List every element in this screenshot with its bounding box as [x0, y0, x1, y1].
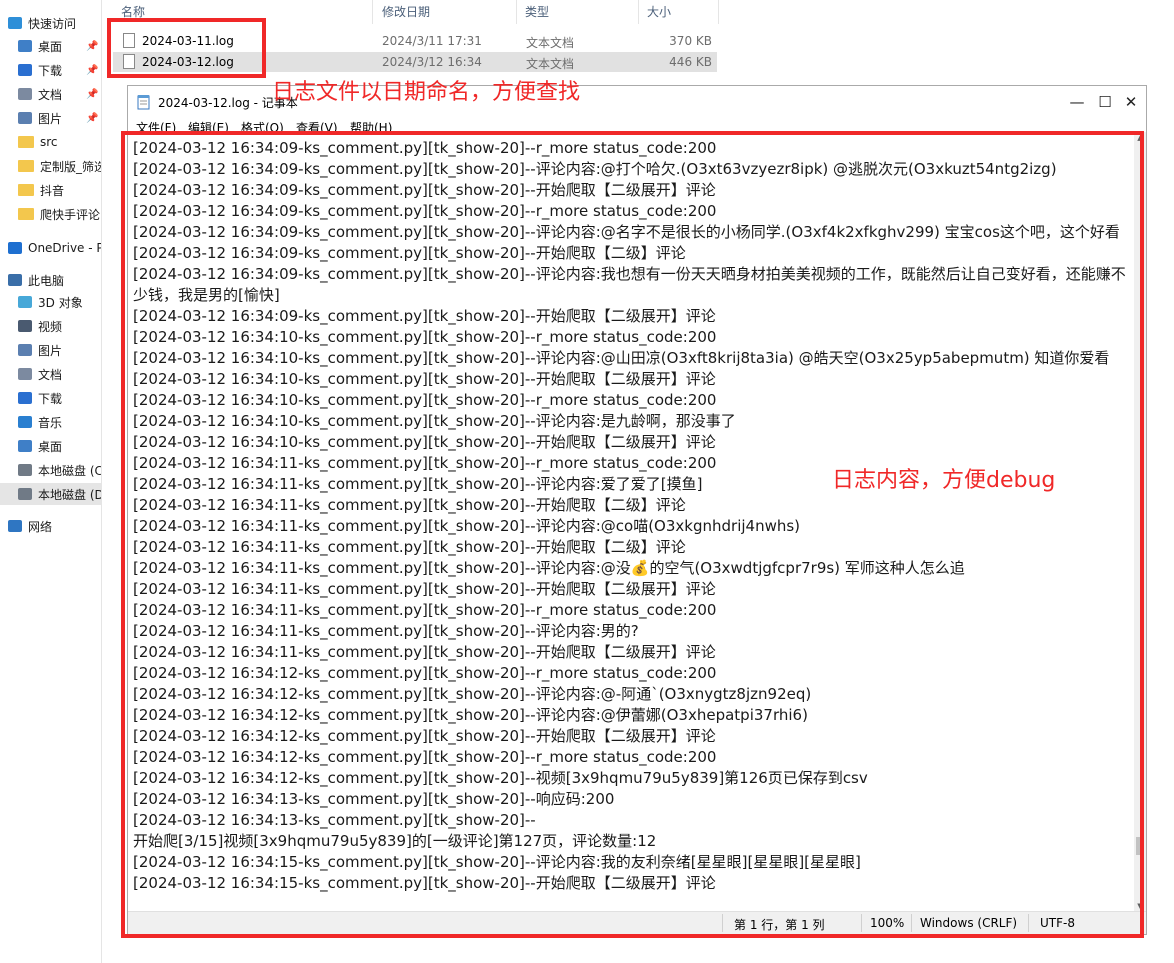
nav-item-label: 网络 [28, 519, 53, 534]
video-icon [18, 320, 32, 332]
menu-file[interactable]: 文件(F) [136, 119, 176, 131]
nav-item-label: 文档 [38, 367, 63, 382]
nav-item[interactable]: 文档 [0, 363, 101, 385]
computer-icon [8, 274, 22, 286]
nav-item[interactable]: 桌面 [0, 435, 101, 457]
nav-item-label: 音乐 [38, 415, 63, 430]
pin-icon[interactable]: 📌 [86, 65, 98, 76]
cube-icon [18, 296, 32, 308]
drive-icon [18, 488, 32, 500]
nav-item-label: 下载 [38, 63, 63, 78]
menu-view[interactable]: 查看(V) [296, 119, 338, 131]
content-highlight-box [121, 131, 1144, 938]
nav-item-label: 爬快手评论( [40, 207, 102, 222]
nav-item-label: 视频 [38, 319, 63, 334]
nav-item-label: 本地磁盘 (D [38, 487, 102, 502]
network-icon [8, 520, 22, 532]
nav-item[interactable]: 本地磁盘 (D [0, 483, 101, 505]
folder-icon [18, 136, 34, 148]
nav-item[interactable]: src [0, 131, 101, 153]
nav-item[interactable]: 此电脑 [0, 269, 101, 291]
column-header-date[interactable]: 修改日期 [382, 3, 430, 20]
menu-edit[interactable]: 编辑(E) [188, 119, 229, 131]
nav-item[interactable]: OneDrive - P [0, 237, 101, 259]
file-date: 2024/3/12 16:34 [382, 55, 482, 69]
music-icon [18, 416, 32, 428]
nav-item[interactable]: 下载 📌 [0, 59, 101, 81]
file-type: 文本文档 [526, 36, 575, 50]
filename-highlight-box [107, 18, 266, 78]
navigation-pane: 快速访问桌面 📌 下载 📌 文档 📌 图片 📌 src 定制版_筛选 抖音爬快手评论( OneDriv… [0, 0, 102, 963]
file-type: 文本文档 [526, 57, 575, 71]
menu-bar: 文件(F) 编辑(E) 格式(O) 查看(V) 帮助(H) [128, 117, 1146, 131]
star-icon [8, 17, 22, 29]
nav-item-label: 快速访问 [28, 16, 77, 31]
column-header-type[interactable]: 类型 [525, 3, 549, 20]
nav-item-label: 文档 [38, 87, 63, 102]
content-annotation: 日志内容，方便debug [832, 468, 1056, 493]
column-header-size[interactable]: 大小 [647, 3, 671, 20]
nav-item[interactable]: 文档 📌 [0, 83, 101, 105]
nav-item[interactable]: 下载 [0, 387, 101, 409]
nav-item-label: src [40, 135, 58, 149]
desktop-icon [18, 440, 32, 452]
nav-item-label: 桌面 [38, 439, 63, 454]
nav-item-label: 图片 [38, 111, 63, 126]
filename-annotation: 日志文件以日期命名，方便查找 [272, 80, 581, 105]
folder-icon [18, 160, 34, 172]
nav-item[interactable]: 桌面 📌 [0, 35, 101, 57]
picture-icon [18, 112, 32, 124]
file-size: 446 KB [669, 55, 712, 69]
nav-item[interactable]: 图片 📌 [0, 107, 101, 129]
nav-item-label: 定制版_筛选 [40, 159, 102, 174]
nav-item[interactable]: 网络 [0, 515, 101, 537]
drive-icon [18, 464, 32, 476]
menu-format[interactable]: 格式(O) [241, 119, 284, 131]
nav-item-label: 图片 [38, 343, 63, 358]
file-size: 370 KB [669, 34, 712, 48]
download-icon [18, 392, 32, 404]
cloud-icon [8, 242, 22, 254]
nav-item-label: 本地磁盘 (C [38, 463, 102, 478]
nav-item-label: 桌面 [38, 39, 63, 54]
notepad-icon [137, 95, 150, 110]
desktop-icon [18, 40, 32, 52]
nav-item[interactable]: 音乐 [0, 411, 101, 433]
pin-icon[interactable]: 📌 [86, 113, 98, 124]
nav-item[interactable]: 抖音 [0, 179, 101, 201]
folder-icon [18, 208, 34, 220]
nav-item[interactable]: 定制版_筛选 [0, 155, 101, 177]
nav-item[interactable]: 爬快手评论( [0, 203, 101, 225]
close-button[interactable]: ✕ [1108, 86, 1154, 117]
file-date: 2024/3/11 17:31 [382, 34, 482, 48]
nav-item-label: OneDrive - P [28, 241, 102, 255]
menu-help[interactable]: 帮助(H) [350, 119, 392, 131]
document-icon [18, 88, 32, 100]
nav-item[interactable]: 快速访问 [0, 12, 101, 34]
pin-icon[interactable]: 📌 [86, 89, 98, 100]
document-icon [18, 368, 32, 380]
nav-item[interactable]: 视频 [0, 315, 101, 337]
nav-item-label: 3D 对象 [38, 295, 83, 310]
nav-item-label: 下载 [38, 391, 63, 406]
folder-icon [18, 184, 34, 196]
nav-item-label: 此电脑 [28, 273, 65, 288]
nav-item-label: 抖音 [40, 183, 65, 198]
picture-icon [18, 344, 32, 356]
download-icon [18, 64, 32, 76]
nav-item[interactable]: 图片 [0, 339, 101, 361]
pin-icon[interactable]: 📌 [86, 41, 98, 52]
nav-item[interactable]: 本地磁盘 (C [0, 459, 101, 481]
nav-item[interactable]: 3D 对象 [0, 291, 101, 313]
